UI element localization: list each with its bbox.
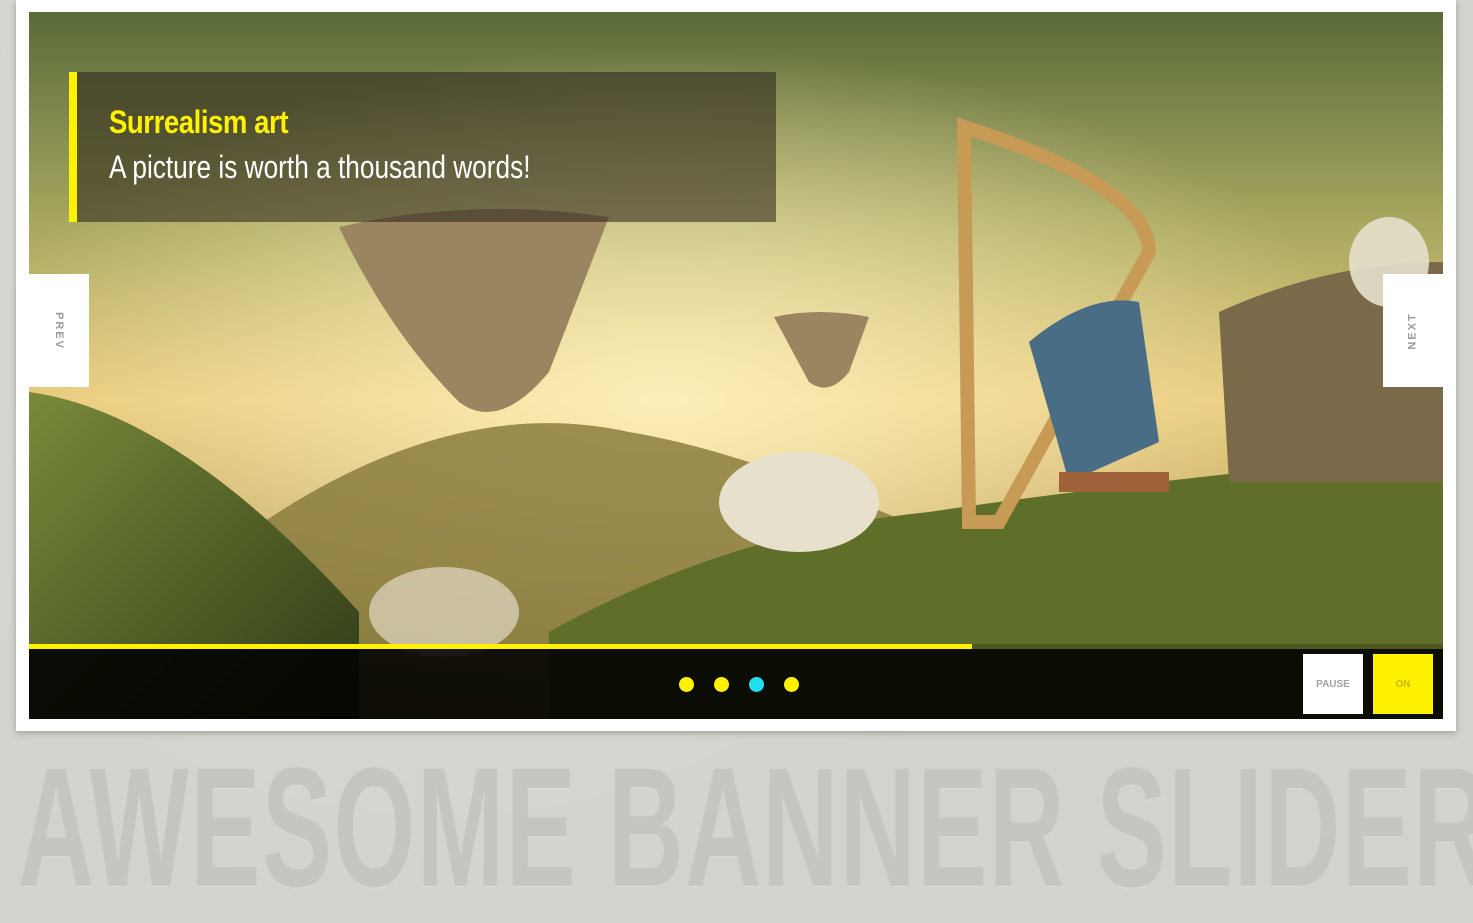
next-label: NEXT [1407, 311, 1419, 350]
pagination-dot-4[interactable] [784, 677, 799, 692]
pagination-dots [679, 677, 799, 692]
slider-controls-bar: PAUSE ON [29, 649, 1443, 719]
slider-frame: Surrealism art A picture is worth a thou… [16, 0, 1456, 731]
pagination-dot-1[interactable] [679, 677, 694, 692]
page-heading: AWESOME BANNER SLIDER [18, 733, 1473, 923]
slide-caption: Surrealism art A picture is worth a thou… [69, 72, 776, 222]
banner-slide: Surrealism art A picture is worth a thou… [29, 12, 1443, 719]
caption-title: Surrealism art [109, 104, 289, 140]
autoplay-on-button[interactable]: ON [1373, 654, 1433, 714]
pagination-dot-3[interactable] [749, 677, 764, 692]
next-button[interactable]: NEXT [1383, 274, 1443, 387]
pause-button[interactable]: PAUSE [1303, 654, 1363, 714]
pagination-dot-2[interactable] [714, 677, 729, 692]
prev-button[interactable]: PREV [29, 274, 89, 387]
prev-label: PREV [53, 311, 65, 350]
caption-subtitle: A picture is worth a thousand words! [109, 149, 531, 185]
